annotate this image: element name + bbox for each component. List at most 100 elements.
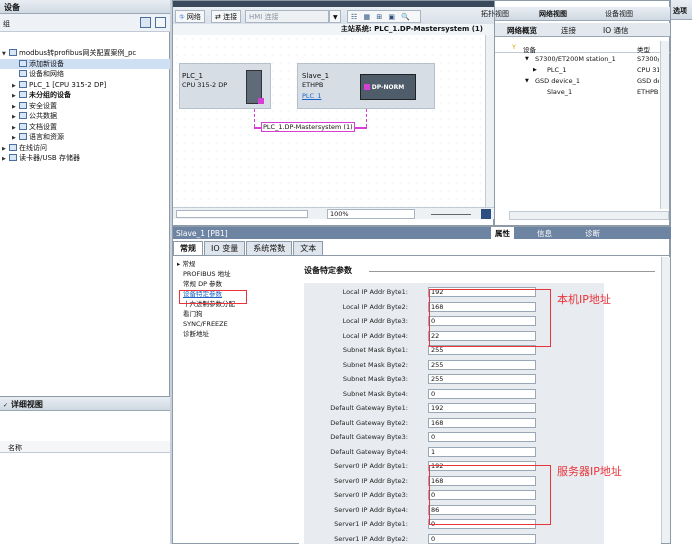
connection-type-select[interactable]: HMI 连接 — [245, 10, 329, 23]
param-label: Default Gateway Byte1: — [330, 404, 408, 412]
overview-row[interactable]: Slave_1 ETHPB — [495, 87, 671, 98]
tab-texts[interactable]: 文本 — [293, 241, 324, 255]
overview-row[interactable]: ▼ S7300/ET200M station_1 S7300/E... — [495, 54, 671, 65]
tree-item[interactable]: ▶ 文档设置 — [0, 122, 170, 133]
overview-vscroll[interactable] — [660, 41, 669, 209]
slave-master-link[interactable]: PLC_1 — [302, 92, 321, 100]
detail-view-header[interactable]: ✓ 详细视图 — [0, 397, 170, 411]
tree-item[interactable]: ▶ 读卡器/USB 存储器 — [0, 153, 170, 164]
connect-button[interactable]: ⇄ 连接 — [211, 10, 242, 23]
param-row: Default Gateway Byte1: 192 — [304, 403, 564, 415]
tree-item[interactable]: ▶ PLC_1 [CPU 315-2 DP] — [0, 80, 170, 91]
device-view-tab[interactable]: 设备视图 — [605, 9, 633, 19]
tab-io-tags[interactable]: IO 变量 — [204, 241, 246, 255]
nav-item[interactable]: 诊断地址 — [177, 329, 297, 339]
slave-type: ETHPB — [302, 81, 324, 89]
nav-item[interactable]: 看门狗 — [177, 309, 297, 319]
param-label: Server1 IP Addr Byte1: — [334, 520, 408, 528]
hscroll[interactable] — [176, 210, 308, 218]
slave-device[interactable]: Slave_1 ETHPB PLC_1 DP-NORM — [297, 63, 435, 109]
left-panel-header: 设备 — [0, 0, 170, 14]
tree-item[interactable]: ▶ 安全设置 — [0, 101, 170, 112]
param-label: Local IP Addr Byte4: — [342, 331, 408, 340]
nav-item[interactable]: SYNC/FREEZE — [177, 319, 297, 329]
topology-view-tab[interactable]: 拓扑视图 — [481, 9, 509, 19]
tree-item[interactable]: 添加新设备 — [0, 58, 170, 69]
plc-device[interactable]: PLC_1 CPU 315-2 DP — [179, 63, 271, 109]
detail-column-header: 名称 — [0, 441, 170, 453]
param-input[interactable]: 192 — [428, 403, 536, 413]
param-input[interactable]: 255 — [428, 359, 536, 370]
tree-item[interactable]: ▶ 未分组的设备 — [0, 90, 170, 101]
tree-item-label: 添加新设备 — [29, 59, 64, 68]
dropdown-arrow-icon[interactable]: ▼ — [329, 10, 341, 23]
network-view-tab[interactable]: 网络视图 — [539, 9, 567, 19]
slave-port-icon[interactable] — [364, 84, 370, 90]
properties-title: Slave_1 [PB1] — [176, 229, 228, 238]
nav-item-label: PROFIBUS 地址 — [183, 270, 231, 278]
overview-tab[interactable]: 网络概览 — [507, 25, 537, 36]
col-type[interactable]: 类型 — [637, 44, 650, 54]
param-input[interactable]: 1 — [428, 446, 536, 457]
param-input[interactable]: 168 — [428, 417, 536, 428]
col-device[interactable]: 设备 — [523, 44, 536, 54]
param-input[interactable]: 255 — [428, 374, 536, 384]
filter-icon[interactable]: Y — [512, 43, 516, 51]
tree-node-icon — [19, 59, 27, 67]
param-row: Server1 IP Addr Byte2: 0 — [304, 533, 564, 544]
highlight-local-ip — [429, 289, 551, 347]
tree-item[interactable]: ▶ 语言和资源 — [0, 132, 170, 143]
add-icon[interactable] — [155, 17, 166, 28]
chevron-down-icon[interactable]: ✓ — [3, 402, 8, 409]
overview-row[interactable]: ▼ GSD device_1 GSD de... — [495, 76, 671, 87]
diagram-vscroll[interactable] — [485, 35, 494, 207]
row-arrow-icon[interactable]: ▼ — [525, 76, 529, 87]
tree-item[interactable]: ▶ 在线访问 — [0, 143, 170, 154]
overview-panel: 拓扑视图 网络视图 设备视图 网络概览 连接 IO 通信 Y 设备 类型 ▼ S7… — [481, 0, 671, 226]
row-arrow-icon[interactable]: ▼ — [525, 54, 529, 65]
param-label: Server1 IP Addr Byte2: — [334, 534, 408, 543]
info-tab[interactable]: 信息 — [537, 228, 552, 239]
zoom-select[interactable]: 100% — [327, 209, 415, 219]
plc-port-icon[interactable] — [258, 98, 264, 104]
overview-hscroll[interactable] — [509, 211, 669, 220]
toolbar-icons[interactable]: ☷ ▦ ⊞ ▣ 🔍 — [347, 10, 421, 23]
zoom-slider[interactable] — [431, 214, 471, 215]
diagnostics-tab[interactable]: 诊断 — [585, 228, 600, 239]
param-input[interactable]: 0 — [428, 533, 536, 544]
tree-item[interactable]: ▶ 公共数据 — [0, 111, 170, 122]
nav-item-label: 常规 DP 参数 — [183, 280, 223, 288]
view-toggle-icon[interactable] — [140, 17, 151, 28]
tab-general[interactable]: 常规 — [173, 241, 203, 255]
bus-line-left — [254, 109, 255, 127]
row-arrow-icon[interactable]: ▶ — [533, 65, 537, 76]
overview-row[interactable]: ▶ PLC_1 CPU 31... — [495, 65, 671, 76]
param-label: Server0 IP Addr Byte3: — [334, 491, 408, 499]
collapsed-arrow-icon[interactable]: ▶ — [2, 154, 9, 165]
param-input[interactable]: 0 — [428, 432, 536, 442]
tree-item[interactable]: ▼ modbus转profibus网关配置案例_pc — [0, 48, 170, 59]
param-label: Subnet Mask Byte3: — [342, 375, 408, 383]
param-label: Subnet Mask Byte1: — [342, 346, 408, 354]
tree-item-label: 公共数据 — [29, 112, 57, 120]
plc-type: CPU 315-2 DP — [182, 81, 228, 89]
param-input[interactable]: 0 — [428, 388, 536, 399]
connections-tab[interactable]: 连接 — [561, 25, 576, 36]
network-button[interactable]: ⛗ 网络 — [175, 10, 205, 23]
param-label: Default Gateway Byte2: — [330, 418, 408, 427]
io-comm-tab[interactable]: IO 通信 — [603, 25, 629, 36]
nav-item[interactable]: ▸ 常规 — [177, 259, 297, 269]
nav-item[interactable]: PROFIBUS 地址 — [177, 269, 297, 279]
param-label: Default Gateway Byte4: — [330, 447, 408, 456]
params-vscroll[interactable] — [661, 257, 670, 543]
zoom-fit-icon[interactable] — [481, 209, 491, 219]
plc-name: PLC_1 — [182, 72, 203, 80]
tab-system-constants[interactable]: 系统常数 — [246, 241, 293, 255]
bus-line-right — [366, 109, 367, 127]
tree-item[interactable]: 设备和网络 — [0, 69, 170, 80]
nav-item[interactable]: 常规 DP 参数 — [177, 279, 297, 289]
tree-item-label: 安全设置 — [29, 101, 57, 110]
nav-item-label: 常规 — [182, 260, 196, 268]
connect-icon: ⇄ — [215, 13, 224, 21]
properties-tab-active[interactable]: 属性 — [491, 227, 514, 239]
